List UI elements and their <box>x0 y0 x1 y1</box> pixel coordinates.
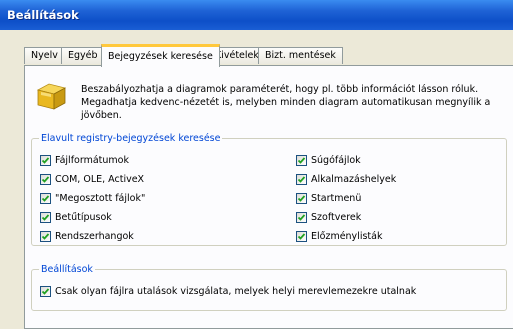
checkbox-box[interactable] <box>40 230 51 242</box>
checkbox-box[interactable] <box>40 285 51 297</box>
checkbox-betutipusok[interactable]: Betűtípusok <box>40 210 112 224</box>
checkbox-label: "Megosztott fájlok" <box>55 192 146 204</box>
checkbox-label: Startmenü <box>311 192 362 204</box>
folder-icon <box>36 83 67 110</box>
checkbox-label: Alkalmazáshelyek <box>311 173 397 185</box>
checkbox-box[interactable] <box>296 230 307 242</box>
tab-nyelv[interactable]: Nyelv <box>24 47 65 64</box>
checkbox-sugofajlok[interactable]: Súgófájlok <box>296 153 361 167</box>
registry-group: Elavult registry-bejegyzések keresése Fá… <box>31 132 507 246</box>
window-title: Beállítások <box>7 8 79 22</box>
title-bar[interactable]: Beállítások <box>0 0 513 30</box>
settings-group-title: Beállítások <box>39 263 95 276</box>
checkmark-icon <box>297 232 306 240</box>
checkbox-box[interactable] <box>296 211 307 223</box>
checkmark-icon <box>297 213 306 221</box>
checkbox-com-ole-activex[interactable]: COM, OLE, ActiveX <box>40 172 144 186</box>
checkmark-icon <box>297 156 306 164</box>
checkmark-icon <box>297 175 306 183</box>
checkbox-alkalmazashelyek[interactable]: Alkalmazáshelyek <box>296 172 396 186</box>
settings-group: Beállítások Csak olyan fájlra utalások v… <box>31 263 507 311</box>
checkbox-box[interactable] <box>40 192 51 204</box>
checkbox-local-drives-only[interactable]: Csak olyan fájlra utalások vizsgálata, m… <box>40 284 416 298</box>
checkbox-szoftverek[interactable]: Szoftverek <box>296 210 361 224</box>
checkmark-icon <box>41 232 50 240</box>
checkbox-box[interactable] <box>296 173 307 185</box>
checkbox-box[interactable] <box>296 154 307 166</box>
checkbox-box[interactable] <box>40 154 51 166</box>
checkmark-icon <box>41 287 50 295</box>
checkbox-label: Rendszerhangok <box>55 230 134 242</box>
checkmark-icon <box>41 156 50 164</box>
checkbox-box[interactable] <box>40 173 51 185</box>
checkbox-elozmenylistak[interactable]: Előzménylisták <box>296 229 382 243</box>
checkbox-label: Előzménylisták <box>311 230 383 242</box>
tab-panel: Beszabályozhatja a diagramok paraméterét… <box>24 65 513 329</box>
checkbox-megosztott-fajlok[interactable]: "Megosztott fájlok" <box>40 191 145 205</box>
checkbox-label: Csak olyan fájlra utalások vizsgálata, m… <box>55 285 417 297</box>
checkbox-label: Szoftverek <box>311 211 362 223</box>
checkbox-box[interactable] <box>296 192 307 204</box>
dialog-client: Nyelv Egyéb Bejegyzések keresése Kivétel… <box>0 30 513 329</box>
checkbox-box[interactable] <box>40 211 51 223</box>
checkbox-label: Fájlformátumok <box>55 154 129 166</box>
registry-group-title: Elavult registry-bejegyzések keresése <box>39 132 223 145</box>
checkmark-icon <box>41 175 50 183</box>
checkbox-startmenu[interactable]: Startmenü <box>296 191 361 205</box>
tab-egyeb[interactable]: Egyéb <box>61 47 105 64</box>
checkbox-label: Súgófájlok <box>311 154 361 166</box>
checkmark-icon <box>41 194 50 202</box>
checkbox-label: COM, OLE, ActiveX <box>55 173 145 185</box>
tab-bizt-mentesek[interactable]: Bizt. mentések <box>258 47 343 64</box>
description-text: Beszabályozhatja a diagramok paraméterét… <box>81 84 491 121</box>
tab-bejegyzesek-keresese[interactable]: Bejegyzések keresése <box>101 44 220 67</box>
checkmark-icon <box>41 213 50 221</box>
checkmark-icon <box>297 194 306 202</box>
checkbox-fajlformatumok[interactable]: Fájlformátumok <box>40 153 129 167</box>
checkbox-label: Betűtípusok <box>55 211 112 223</box>
checkbox-rendszerhangok[interactable]: Rendszerhangok <box>40 229 134 243</box>
